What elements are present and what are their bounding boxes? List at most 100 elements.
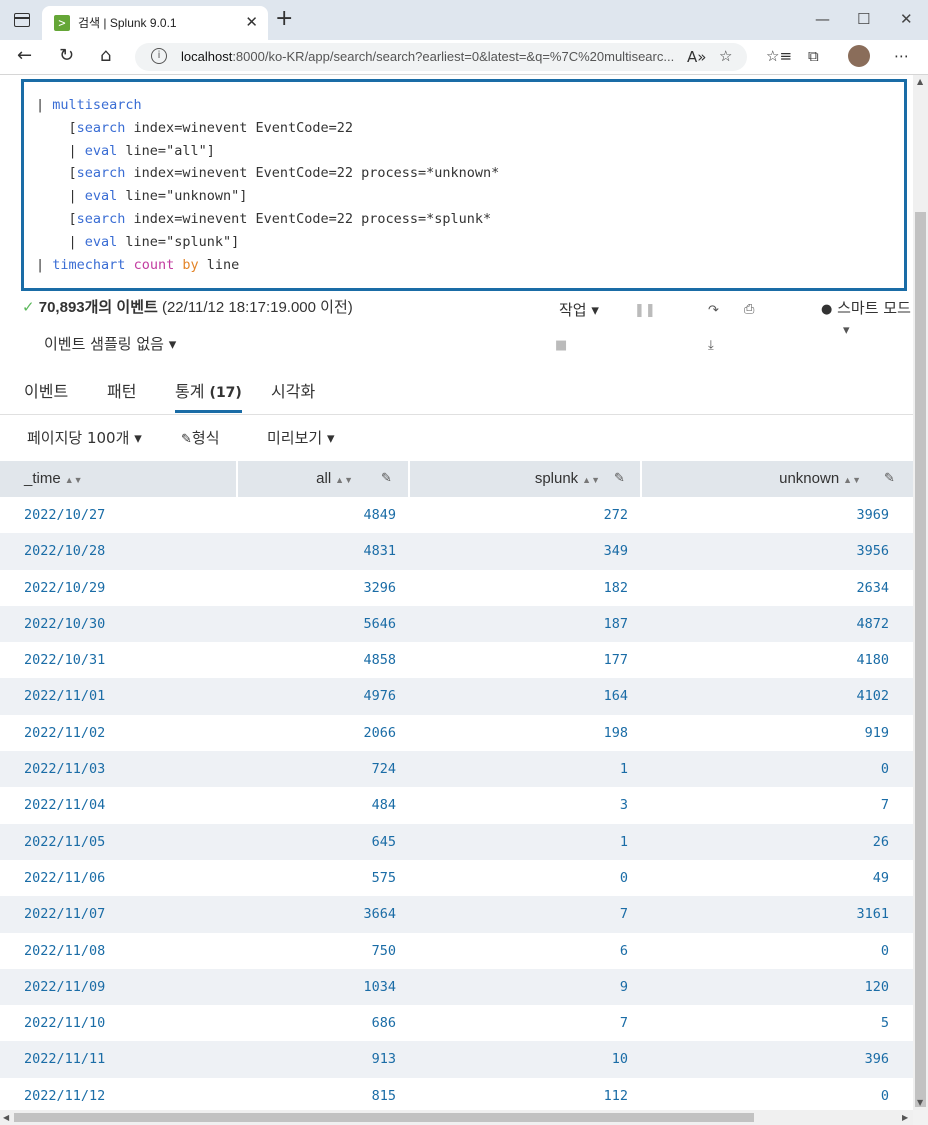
cell-unknown[interactable]: 0 [881, 1078, 889, 1110]
edit-column-icon[interactable]: ✎ [381, 461, 392, 497]
scroll-up-icon[interactable]: ▲ [917, 77, 923, 86]
cell-time[interactable]: 2022/11/03 [24, 751, 105, 787]
cell-splunk[interactable]: 182 [604, 570, 628, 606]
cell-splunk[interactable]: 6 [620, 933, 628, 969]
column-header-all[interactable]: all ▲▼ [316, 461, 353, 497]
pause-icon[interactable]: ❚❚ [634, 303, 656, 318]
cell-unknown[interactable]: 919 [865, 715, 889, 751]
cell-unknown[interactable]: 396 [865, 1041, 889, 1077]
cell-unknown[interactable]: 4872 [856, 606, 889, 642]
job-menu[interactable]: 작업 ▾ [559, 299, 599, 320]
edit-column-icon[interactable]: ✎ [884, 461, 895, 497]
cell-all[interactable]: 750 [372, 933, 396, 969]
browser-tab[interactable]: > 검색 | Splunk 9.0.1 ✕ [42, 6, 268, 40]
close-tab-icon[interactable]: ✕ [245, 13, 258, 31]
cell-unknown[interactable]: 4102 [856, 678, 889, 714]
column-header-unknown[interactable]: unknown ▲▼ [779, 461, 861, 497]
cell-splunk[interactable]: 349 [604, 533, 628, 569]
tab-statistics[interactable]: 통계 (17) [175, 378, 242, 413]
cell-splunk[interactable]: 3 [620, 787, 628, 823]
cell-splunk[interactable]: 9 [620, 969, 628, 1005]
cell-splunk[interactable]: 10 [612, 1041, 628, 1077]
cell-all[interactable]: 4976 [363, 678, 396, 714]
cell-time[interactable]: 2022/11/05 [24, 824, 105, 860]
vertical-scroll-thumb[interactable] [915, 212, 926, 1107]
add-favorite-icon[interactable]: ☆ [719, 47, 732, 65]
maximize-icon[interactable]: ☐ [857, 10, 870, 28]
cell-all[interactable]: 4858 [363, 642, 396, 678]
cell-time[interactable]: 2022/11/12 [24, 1078, 105, 1110]
per-page-dropdown[interactable]: 페이지당 100개 ▾ [27, 427, 142, 448]
cell-time[interactable]: 2022/11/01 [24, 678, 105, 714]
stop-icon[interactable]: ■ [555, 338, 567, 353]
cell-all[interactable]: 4849 [363, 497, 396, 533]
tab-events[interactable]: 이벤트 [24, 378, 68, 402]
cell-splunk[interactable]: 7 [620, 896, 628, 932]
column-divider[interactable] [408, 461, 410, 497]
horizontal-scroll-thumb[interactable] [14, 1113, 754, 1122]
cell-unknown[interactable]: 3956 [856, 533, 889, 569]
column-divider[interactable] [640, 461, 642, 497]
cell-unknown[interactable]: 7 [881, 787, 889, 823]
profile-avatar[interactable] [848, 45, 870, 67]
cell-splunk[interactable]: 177 [604, 642, 628, 678]
search-query-text[interactable]: | multisearch [search index=winevent Eve… [36, 94, 499, 276]
cell-time[interactable]: 2022/11/07 [24, 896, 105, 932]
cell-unknown[interactable]: 49 [873, 860, 889, 896]
home-icon[interactable]: ⌂ [100, 45, 111, 66]
cell-time[interactable]: 2022/11/08 [24, 933, 105, 969]
cell-time[interactable]: 2022/10/30 [24, 606, 105, 642]
cell-all[interactable]: 724 [372, 751, 396, 787]
cell-all[interactable]: 575 [372, 860, 396, 896]
export-icon[interactable]: ⤓ [708, 338, 714, 353]
cell-splunk[interactable]: 112 [604, 1078, 628, 1110]
sampling-dropdown[interactable]: 이벤트 샘플링 없음 ▾ [44, 333, 176, 354]
cell-time[interactable]: 2022/10/31 [24, 642, 105, 678]
horizontal-scrollbar[interactable]: ◀ ▶ [0, 1110, 913, 1125]
cell-unknown[interactable]: 0 [881, 751, 889, 787]
cell-unknown[interactable]: 4180 [856, 642, 889, 678]
cell-unknown[interactable]: 26 [873, 824, 889, 860]
address-bar[interactable]: i localhost:8000/ko-KR/app/search/search… [135, 43, 747, 71]
preview-dropdown[interactable]: 미리보기 ▾ [267, 427, 335, 448]
scroll-right-icon[interactable]: ▶ [902, 1113, 908, 1122]
cell-splunk[interactable]: 272 [604, 497, 628, 533]
minimize-icon[interactable]: — [815, 10, 830, 28]
cell-splunk[interactable]: 198 [604, 715, 628, 751]
cell-splunk[interactable]: 7 [620, 1005, 628, 1041]
share-icon[interactable]: ↷ [708, 303, 719, 318]
close-window-icon[interactable]: ✕ [900, 10, 913, 28]
cell-time[interactable]: 2022/11/10 [24, 1005, 105, 1041]
edit-column-icon[interactable]: ✎ [614, 461, 625, 497]
cell-unknown[interactable]: 3969 [856, 497, 889, 533]
scroll-left-icon[interactable]: ◀ [3, 1113, 9, 1122]
search-mode-menu[interactable]: ● 스마트 모드 [821, 297, 911, 318]
cell-unknown[interactable]: 0 [881, 933, 889, 969]
refresh-icon[interactable]: ↻ [59, 45, 74, 66]
cell-all[interactable]: 3296 [363, 570, 396, 606]
cell-time[interactable]: 2022/10/27 [24, 497, 105, 533]
cell-time[interactable]: 2022/10/28 [24, 533, 105, 569]
tab-visualization[interactable]: 시각화 [271, 378, 315, 402]
caret-down-icon[interactable]: ▾ [843, 323, 850, 338]
cell-splunk[interactable]: 164 [604, 678, 628, 714]
cell-time[interactable]: 2022/10/29 [24, 570, 105, 606]
column-divider[interactable] [236, 461, 238, 497]
cell-all[interactable]: 686 [372, 1005, 396, 1041]
cell-all[interactable]: 645 [372, 824, 396, 860]
cell-time[interactable]: 2022/11/06 [24, 860, 105, 896]
vertical-scrollbar[interactable]: ▲ ▼ [913, 75, 928, 1110]
search-query-editor[interactable]: | multisearch [search index=winevent Eve… [21, 79, 907, 291]
url-text[interactable]: localhost:8000/ko-KR/app/search/search?e… [181, 49, 674, 64]
new-tab-icon[interactable]: + [275, 8, 293, 30]
cell-splunk[interactable]: 0 [620, 860, 628, 896]
more-menu-icon[interactable]: ⋯ [894, 47, 909, 65]
cell-all[interactable]: 5646 [363, 606, 396, 642]
cell-time[interactable]: 2022/11/09 [24, 969, 105, 1005]
cell-all[interactable]: 913 [372, 1041, 396, 1077]
tab-actions-icon[interactable] [14, 13, 30, 27]
cell-unknown[interactable]: 2634 [856, 570, 889, 606]
cell-all[interactable]: 2066 [363, 715, 396, 751]
cell-splunk[interactable]: 187 [604, 606, 628, 642]
cell-splunk[interactable]: 1 [620, 824, 628, 860]
